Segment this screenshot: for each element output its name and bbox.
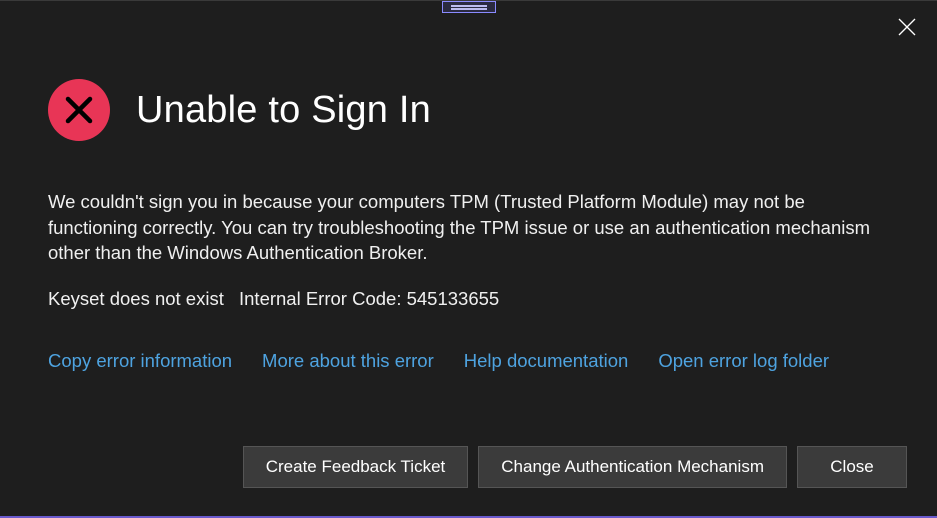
error-short-text: Keyset does not exist: [48, 288, 224, 309]
close-icon[interactable]: [895, 15, 919, 39]
dialog-title: Unable to Sign In: [136, 89, 431, 132]
error-icon: [48, 79, 110, 141]
button-row: Create Feedback Ticket Change Authentica…: [243, 446, 907, 488]
change-auth-button[interactable]: Change Authentication Mechanism: [478, 446, 787, 488]
help-documentation-link[interactable]: Help documentation: [464, 350, 629, 372]
create-feedback-button[interactable]: Create Feedback Ticket: [243, 446, 469, 488]
window-grip-handle[interactable]: [442, 1, 496, 13]
dialog-body: Unable to Sign In We couldn't sign you i…: [0, 1, 937, 372]
close-button[interactable]: Close: [797, 446, 907, 488]
dialog-message: We couldn't sign you in because your com…: [48, 189, 889, 266]
open-error-log-link[interactable]: Open error log folder: [658, 350, 829, 372]
more-about-error-link[interactable]: More about this error: [262, 350, 434, 372]
dialog-header: Unable to Sign In: [48, 79, 889, 141]
error-code-label: Internal Error Code:: [239, 288, 401, 309]
links-row: Copy error information More about this e…: [48, 350, 889, 372]
copy-error-link[interactable]: Copy error information: [48, 350, 232, 372]
error-code-value: 545133655: [407, 288, 500, 309]
error-details: Keyset does not exist Internal Error Cod…: [48, 288, 889, 310]
